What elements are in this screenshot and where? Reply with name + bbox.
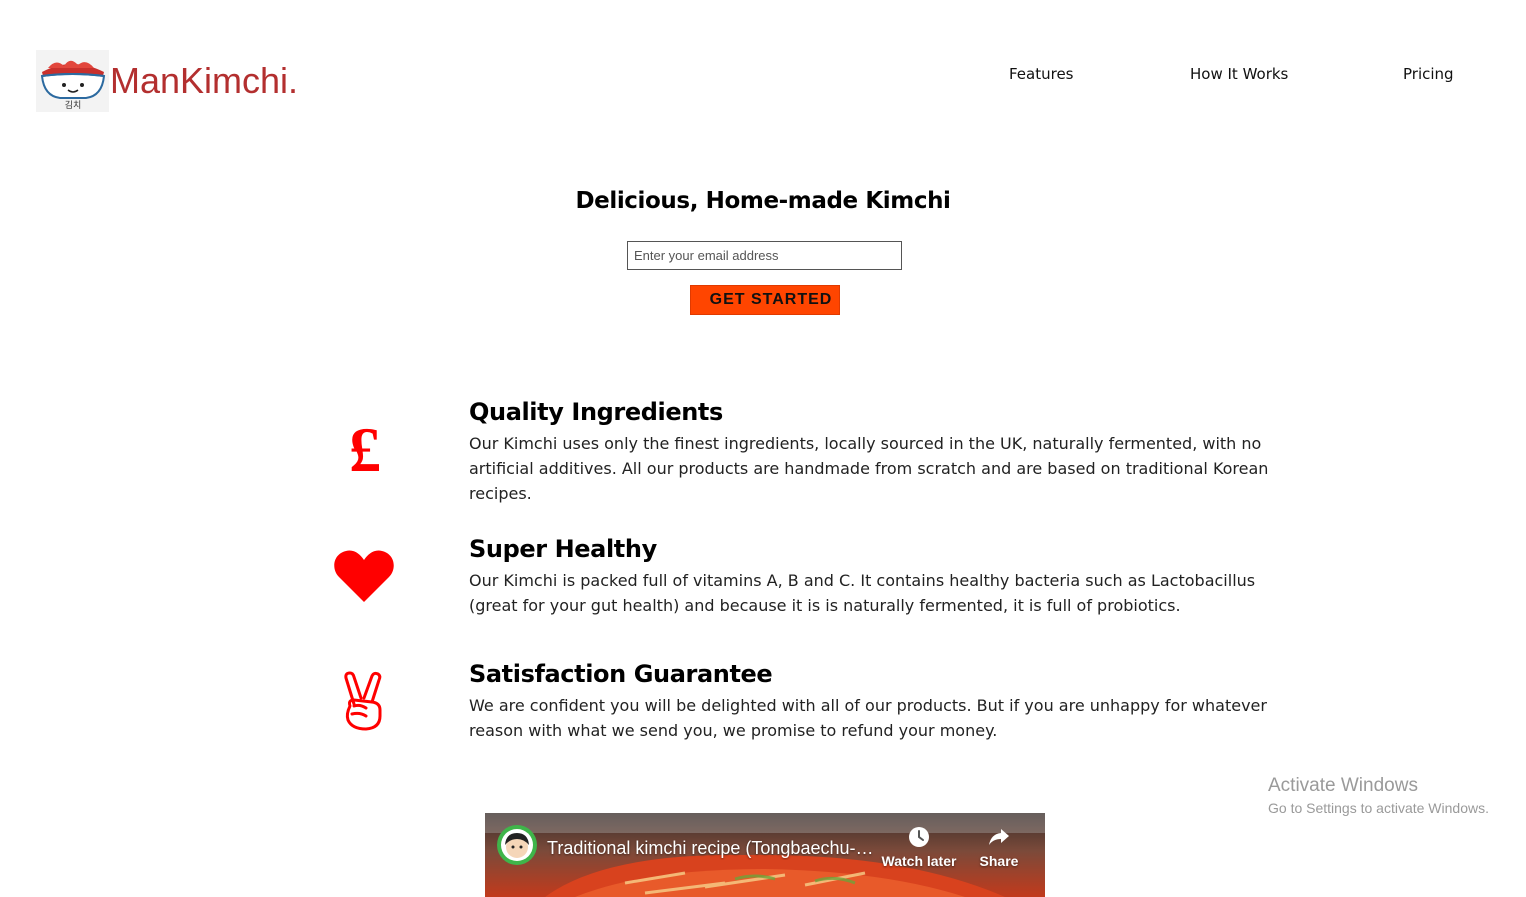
feature-title-guarantee: Satisfaction Guarantee (469, 660, 773, 688)
main-nav: Features How It Works Pricing (0, 65, 1526, 87)
feature-desc-quality: Our Kimchi uses only the finest ingredie… (469, 434, 1269, 503)
nav-link-pricing[interactable]: Pricing (1403, 65, 1454, 83)
share-icon (989, 829, 1009, 845)
get-started-button[interactable]: GET STARTED (690, 285, 840, 315)
feature-desc-healthy: Our Kimchi is packed full of vitamins A,… (469, 571, 1256, 615)
activate-windows-title: Activate Windows (1268, 775, 1418, 796)
nav-link-features[interactable]: Features (1009, 65, 1074, 83)
pound-icon: £ (349, 414, 381, 485)
email-input[interactable] (627, 241, 902, 270)
activate-windows-subtitle: Go to Settings to activate Windows. (1268, 800, 1489, 816)
nav-link-how-it-works[interactable]: How It Works (1190, 65, 1288, 83)
clock-icon (909, 827, 929, 847)
video-title[interactable]: Traditional kimchi recipe (Tongbaechu-ki… (547, 834, 877, 860)
feature-title-quality: Quality Ingredients (469, 398, 723, 426)
feature-title-healthy: Super Healthy (469, 535, 657, 563)
peace-hand-icon (340, 670, 388, 732)
channel-avatar[interactable] (497, 825, 537, 865)
watch-later-button[interactable]: Watch later (879, 825, 959, 869)
feature-desc-guarantee: We are confident you will be delighted w… (469, 696, 1267, 740)
watch-later-label: Watch later (881, 853, 957, 869)
logo-sub: 김치 (65, 99, 82, 111)
heart-icon (333, 548, 395, 604)
embedded-video[interactable]: Traditional kimchi recipe (Tongbaechu-ki… (485, 813, 1045, 897)
hero-title: Delicious, Home-made Kimchi (575, 188, 951, 214)
share-button[interactable]: Share (959, 825, 1039, 869)
share-label: Share (979, 853, 1019, 869)
